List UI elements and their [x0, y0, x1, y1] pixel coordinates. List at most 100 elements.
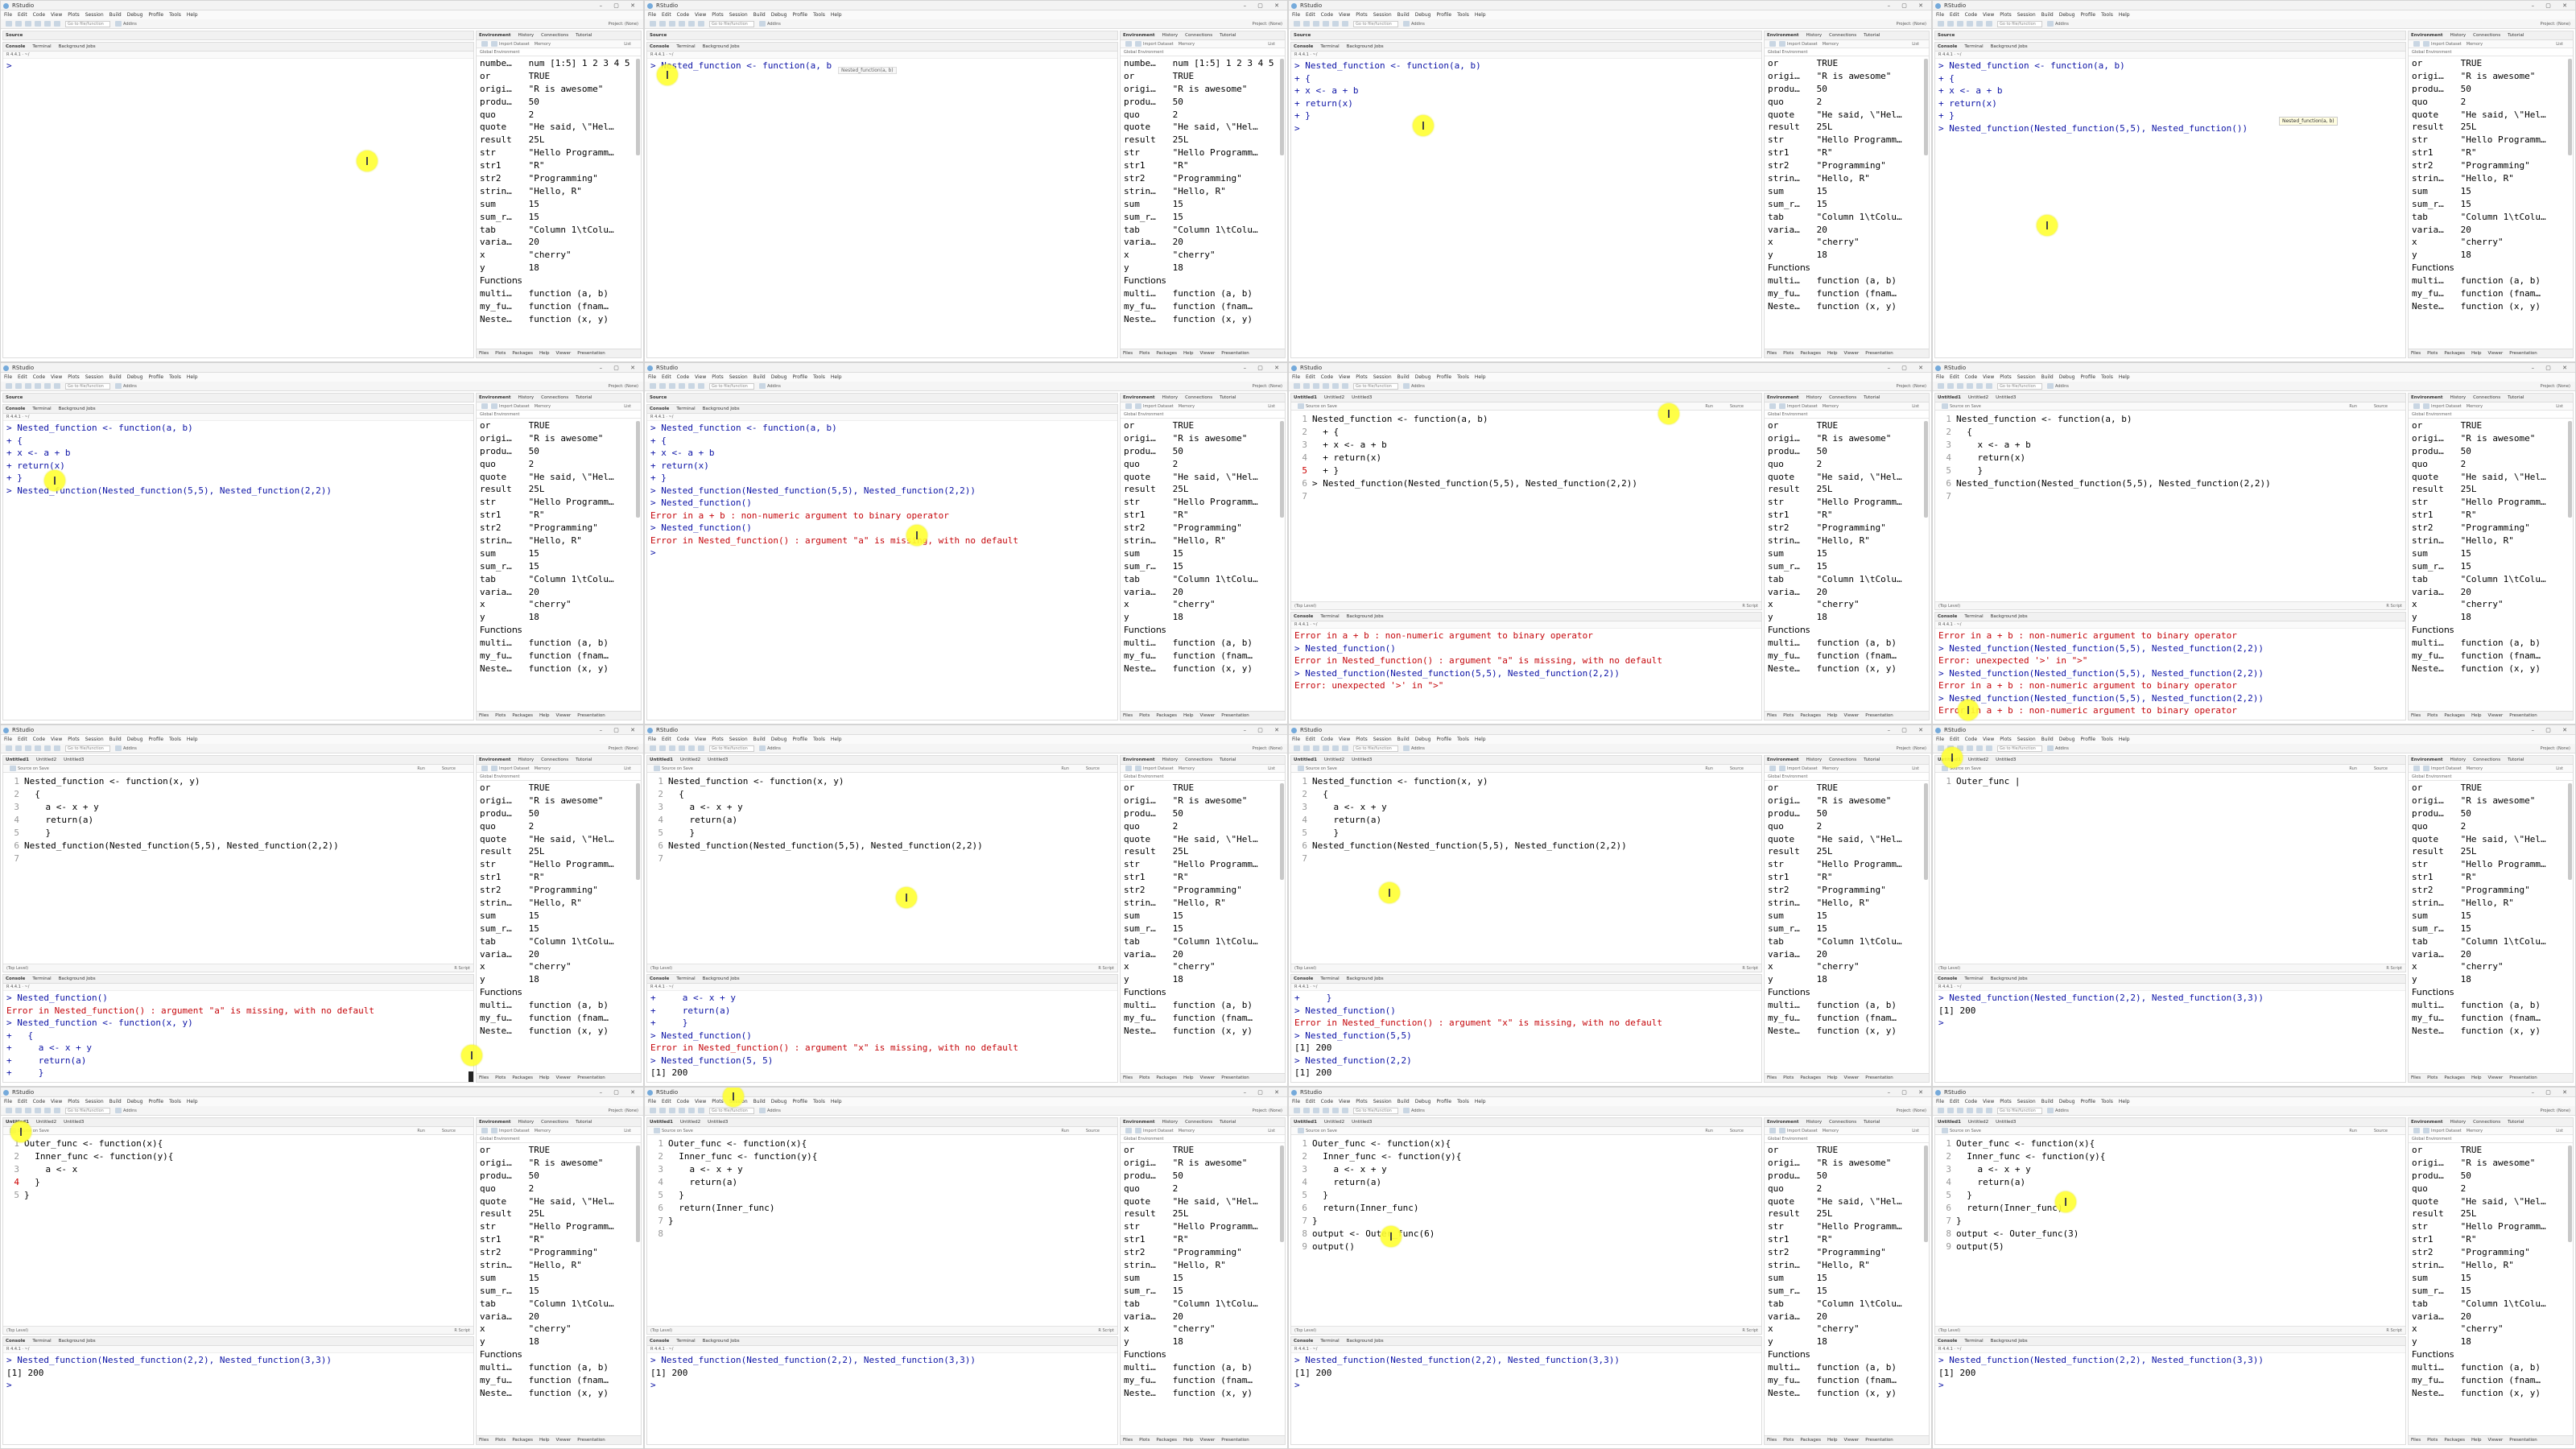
env-row[interactable]: quo 2 — [1768, 458, 1922, 471]
env-row[interactable]: varia… 20 — [1768, 586, 1922, 599]
environment-scrollbar[interactable] — [1924, 59, 1928, 155]
env-row[interactable]: numbe… num [1:5] 1 2 3 4 5 — [1124, 57, 1278, 70]
addins-menu[interactable]: Addins — [2055, 22, 2069, 27]
tab-history[interactable]: History — [1162, 1120, 1179, 1125]
tab-console[interactable]: Console — [6, 407, 25, 411]
env-row[interactable]: produ… 50 — [480, 445, 634, 458]
import-dataset-button[interactable]: Import Dataset — [499, 42, 530, 47]
env-row[interactable]: result 25L — [1124, 1208, 1278, 1220]
env-row[interactable]: strin… "Hello, R" — [2412, 897, 2566, 910]
env-function-row[interactable]: my_fu… function (fnam… — [2412, 1012, 2566, 1025]
menu-item[interactable]: Edit — [1950, 737, 1959, 742]
tab-files[interactable]: Files — [1123, 713, 1133, 718]
env-row[interactable]: strin… "Hello, R" — [1768, 897, 1922, 910]
env-row[interactable]: str2 "Programming" — [480, 884, 634, 897]
open-icon[interactable] — [481, 766, 488, 771]
tab-plots[interactable]: Plots — [1783, 1075, 1794, 1080]
editor-tab[interactable]: Untitled1 — [1294, 1120, 1317, 1125]
tab-environment[interactable]: Environment — [2411, 395, 2443, 400]
env-row[interactable]: y 18 — [2412, 1335, 2566, 1348]
tab-terminal[interactable]: Terminal — [1320, 614, 1339, 619]
tab-background-jobs[interactable]: Background Jobs — [59, 407, 96, 411]
window-controls[interactable]: – ▢ ✕ — [1244, 725, 1284, 735]
env-row[interactable]: x "cherry" — [1768, 598, 1922, 611]
env-row[interactable]: origi… "R is awesome" — [1124, 83, 1278, 96]
menu-item[interactable]: Tools — [169, 1099, 181, 1104]
env-row[interactable]: tab "Column 1\tColu… — [2412, 935, 2566, 948]
goto-file-input[interactable]: Go to file/function — [1997, 20, 2042, 27]
menu-item[interactable]: Profile — [2080, 1099, 2095, 1104]
editor-tab[interactable]: Untitled3 — [1996, 395, 2016, 400]
tab-packages[interactable]: Packages — [2444, 1438, 2465, 1443]
window-controls[interactable]: – ▢ ✕ — [600, 1088, 640, 1097]
scope-indicator[interactable]: (Top Level) — [1938, 1328, 1960, 1333]
environment-scrollbar[interactable] — [2568, 421, 2572, 518]
env-row[interactable]: str "Hello Programm… — [480, 496, 634, 509]
env-row[interactable]: varia… 20 — [1124, 1311, 1278, 1323]
toolbar-button-icon[interactable] — [1313, 745, 1319, 751]
env-row[interactable]: result 25L — [480, 845, 634, 858]
env-row[interactable]: x "cherry" — [2412, 598, 2566, 611]
env-row[interactable]: str1 "R" — [2412, 871, 2566, 884]
menu-item[interactable]: Build — [2041, 374, 2054, 380]
env-row[interactable]: or TRUE — [1124, 1144, 1278, 1157]
env-function-row[interactable]: multi… function (a, b) — [1124, 1361, 1278, 1374]
menu-item[interactable]: Help — [1475, 1099, 1486, 1104]
toolbar-button-icon[interactable] — [1342, 745, 1348, 751]
goto-file-input[interactable]: Go to file/function — [1997, 382, 2042, 390]
menu-item[interactable]: Build — [109, 374, 122, 380]
menu-item[interactable]: Plots — [712, 1099, 723, 1104]
env-row[interactable]: varia… 20 — [480, 948, 634, 961]
env-row[interactable]: sum 15 — [1124, 1272, 1278, 1285]
env-row[interactable]: strin… "Hello, R" — [2412, 172, 2566, 185]
editor-tab[interactable]: Untitled3 — [1352, 395, 1372, 400]
code-editor[interactable]: 1 Nested_function <- function(x, y) 2 {3 a… — [1291, 773, 1761, 964]
menu-item[interactable]: Debug — [771, 737, 787, 742]
env-row[interactable]: varia… 20 — [480, 1311, 634, 1323]
env-row[interactable]: quote "He said, \"Hel… — [2412, 471, 2566, 484]
menu-item[interactable]: View — [1339, 374, 1350, 380]
tab-tutorial[interactable]: Tutorial — [1864, 33, 1880, 38]
menu-item[interactable]: File — [1936, 12, 1944, 18]
env-row[interactable]: x "cherry" — [2412, 1323, 2566, 1335]
menu-item[interactable]: Session — [85, 737, 104, 742]
env-function-row[interactable]: Neste… function (x, y) — [1124, 1387, 1278, 1400]
tab-environment[interactable]: Environment — [1123, 33, 1155, 38]
env-row[interactable]: sum_r… 15 — [1768, 923, 1922, 935]
save-icon[interactable] — [1135, 41, 1141, 47]
env-function-row[interactable]: multi… function (a, b) — [2412, 1361, 2566, 1374]
tab-viewer[interactable]: Viewer — [1844, 1438, 1860, 1443]
tab-terminal[interactable]: Terminal — [32, 44, 51, 49]
environment-scrollbar[interactable] — [2568, 59, 2572, 155]
editor-tab[interactable]: Untitled3 — [64, 1120, 84, 1125]
env-row[interactable]: or TRUE — [1124, 419, 1278, 432]
global-environment-select[interactable]: Global Environment — [480, 1137, 519, 1141]
menu-item[interactable]: Help — [187, 374, 198, 380]
source-on-save-checkbox[interactable]: Source on Save — [18, 766, 49, 771]
open-icon[interactable] — [1769, 1128, 1776, 1133]
open-icon[interactable] — [2413, 403, 2420, 409]
tab-tutorial[interactable]: Tutorial — [1220, 395, 1236, 400]
global-environment-select[interactable]: Global Environment — [2412, 50, 2451, 55]
env-row[interactable]: origi… "R is awesome" — [2412, 1157, 2566, 1170]
env-row[interactable]: y 18 — [1768, 973, 1922, 986]
language-indicator[interactable]: R Script — [1742, 602, 1758, 609]
menu-item[interactable]: Tools — [169, 374, 181, 380]
import-dataset-button[interactable]: Import Dataset — [1143, 404, 1174, 409]
env-row[interactable]: strin… "Hello, R" — [2412, 1259, 2566, 1272]
grid-icon[interactable] — [2047, 383, 2054, 389]
env-function-row[interactable]: multi… function (a, b) — [1768, 1361, 1922, 1374]
menu-item[interactable]: Session — [1373, 374, 1392, 380]
save-icon[interactable] — [491, 1128, 497, 1133]
open-icon[interactable] — [481, 403, 488, 409]
toolbar-button-icon[interactable] — [659, 745, 666, 751]
menu-item[interactable]: Session — [85, 12, 104, 18]
open-icon[interactable] — [481, 1128, 488, 1133]
tab-background-jobs[interactable]: Background Jobs — [703, 976, 740, 981]
env-row[interactable]: quote "He said, \"Hel… — [1768, 1195, 1922, 1208]
code-editor[interactable]: 1 Outer_func <- function(x){2 Inner_func … — [1935, 1135, 2405, 1326]
env-row[interactable]: quo 2 — [1768, 820, 1922, 833]
tab-environment[interactable]: Environment — [1767, 33, 1799, 38]
toolbar-button-icon[interactable] — [1303, 745, 1310, 751]
env-row[interactable]: y 18 — [1124, 1335, 1278, 1348]
